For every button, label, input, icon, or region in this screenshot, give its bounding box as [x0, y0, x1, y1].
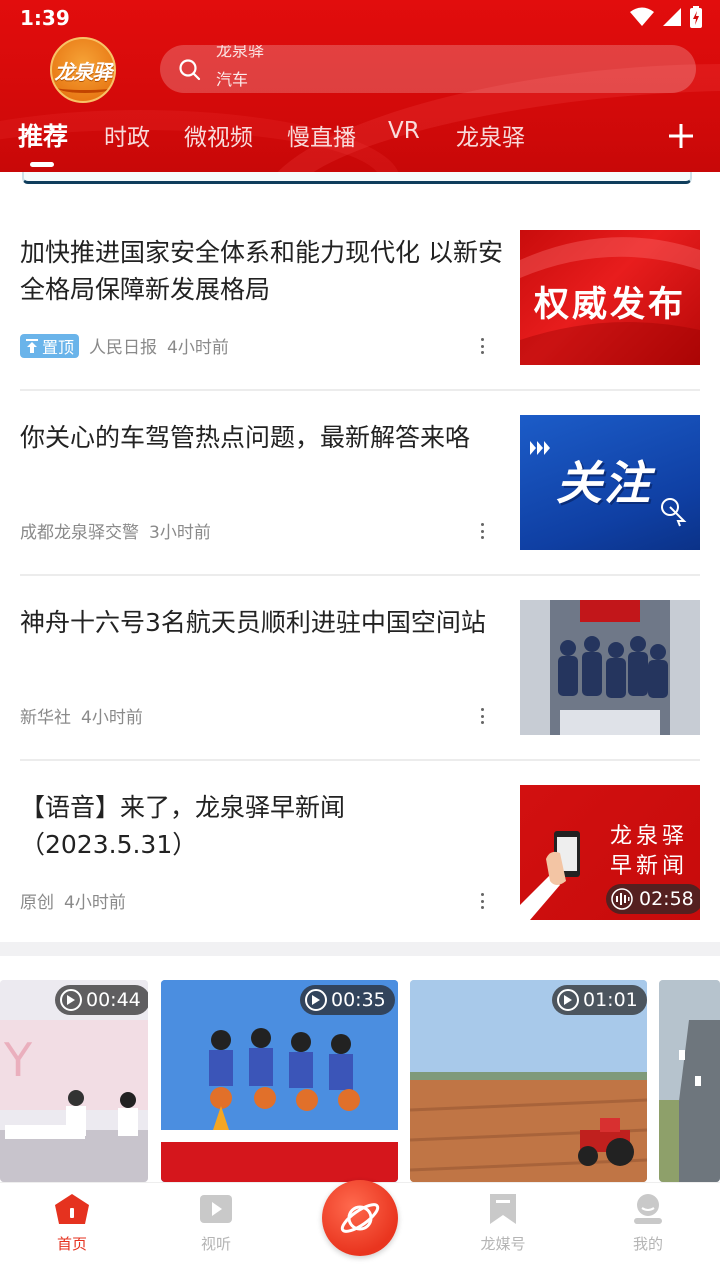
search-placeholder: 汽车 — [216, 70, 249, 89]
sound-wave-icon — [611, 888, 633, 910]
battery-icon — [690, 6, 702, 28]
video-duration-badge: 01:01 — [552, 985, 647, 1015]
video-card[interactable]: Y 00:44 — [0, 980, 148, 1182]
thumbnail-text: 早新闻 — [610, 854, 689, 879]
app-screen: 1:39 龙泉驿 龙泉驿 汽车 推荐 时政 微视频 慢直播 VR 龙泉驿 加快推… — [0, 0, 720, 1280]
add-channel-icon[interactable] — [666, 121, 696, 151]
tab-slow-live[interactable]: 慢直播 — [287, 118, 356, 152]
pinned-badge-label: 置顶 — [42, 337, 75, 357]
wifi-icon — [630, 7, 654, 26]
video-card[interactable]: 00:35 — [161, 980, 398, 1182]
news-thumbnail — [520, 600, 700, 735]
news-title: 加快推进国家安全体系和能力现代化 以新安全格局保障新发展格局 — [20, 238, 503, 304]
news-source: 新华社 — [20, 708, 71, 728]
news-meta: 成都龙泉驿交警 3小时前 — [20, 518, 211, 543]
tab-vr[interactable]: VR — [388, 118, 420, 144]
search-icon — [179, 59, 201, 81]
more-options-icon[interactable] — [476, 704, 488, 728]
planet-icon — [340, 1203, 380, 1233]
nav-longmei[interactable]: 龙媒号 — [458, 1193, 548, 1254]
video-card[interactable]: 01:01 — [410, 980, 647, 1182]
user-icon — [634, 1194, 662, 1224]
tab-recommend[interactable]: 推荐 — [18, 117, 68, 153]
video-duration: 01:01 — [583, 989, 638, 1011]
tab-longquanyi[interactable]: 龙泉驿 — [456, 118, 525, 152]
play-icon — [305, 989, 327, 1011]
audio-duration: 02:58 — [639, 888, 694, 910]
app-logo[interactable]: 龙泉驿 — [50, 37, 116, 103]
news-title: 你关心的车驾管热点问题，最新解答来咯 — [20, 423, 471, 452]
pinned-badge: 置顶 — [20, 333, 80, 358]
search-rotating-prev: 龙泉驿 — [216, 45, 265, 60]
news-thumbnail: 龙泉驿 早新闻 02:58 — [520, 785, 700, 920]
thumbnail-text: 关注 — [556, 456, 652, 510]
thumbnail-text: 权威发布 — [533, 284, 686, 325]
status-time: 1:39 — [20, 6, 70, 30]
news-thumbnail: 权威发布 — [520, 230, 700, 365]
more-options-icon[interactable] — [476, 519, 488, 543]
nav-media-label: 视听 — [200, 1235, 231, 1253]
nav-media[interactable]: 视听 — [171, 1193, 261, 1254]
news-time: 4小时前 — [167, 338, 229, 358]
video-duration-badge: 00:35 — [300, 985, 395, 1015]
news-title: 【语音】来了，龙泉驿早新闻（2023.5.31） — [20, 793, 346, 859]
section-gap — [0, 942, 720, 956]
nav-longmei-label: 龙媒号 — [480, 1235, 526, 1253]
banner-edge — [22, 172, 692, 184]
news-source: 原创 — [20, 893, 54, 913]
logo-wave — [58, 83, 112, 93]
header: 1:39 龙泉驿 龙泉驿 汽车 推荐 时政 微视频 慢直播 VR 龙泉驿 — [0, 0, 720, 172]
news-title: 神舟十六号3名航天员顺利进驻中国空间站 — [20, 608, 486, 637]
hand-phone-illustration — [520, 831, 580, 920]
news-source: 成都龙泉驿交警 — [20, 523, 139, 543]
divider — [20, 389, 700, 391]
signal-icon — [663, 8, 681, 26]
nav-mine[interactable]: 我的 — [603, 1193, 693, 1254]
status-bar: 1:39 — [0, 0, 720, 36]
news-meta: 新华社 4小时前 — [20, 703, 143, 728]
tab-micro-video[interactable]: 微视频 — [184, 118, 253, 152]
astronauts-photo — [520, 600, 700, 735]
news-time: 4小时前 — [81, 708, 143, 728]
nav-home-label: 首页 — [56, 1235, 87, 1253]
fast-forward-icon — [530, 441, 550, 455]
home-icon — [55, 1194, 89, 1224]
cursor-click-icon — [661, 498, 687, 527]
more-options-icon[interactable] — [476, 334, 488, 358]
nav-mine-label: 我的 — [632, 1235, 663, 1253]
bookmark-icon — [490, 1194, 516, 1224]
video-play-icon — [200, 1195, 232, 1223]
nav-home[interactable]: 首页 — [27, 1193, 117, 1254]
video-thumbnail-road — [659, 980, 720, 1182]
news-meta: 置顶 人民日报 4小时前 — [20, 333, 229, 358]
thumbnail-text: 龙泉驿 — [610, 824, 689, 849]
status-icons — [630, 6, 702, 28]
search-bar[interactable]: 龙泉驿 汽车 — [160, 45, 696, 93]
tab-politics[interactable]: 时政 — [104, 118, 150, 152]
news-time: 4小时前 — [64, 893, 126, 913]
news-meta: 原创 4小时前 — [20, 888, 126, 913]
video-duration: 00:35 — [331, 989, 386, 1011]
logo-text: 龙泉驿 — [54, 59, 113, 84]
divider — [20, 759, 700, 761]
divider — [20, 574, 700, 576]
video-duration-badge: 00:44 — [55, 985, 148, 1015]
news-source: 人民日报 — [89, 338, 158, 358]
play-icon — [60, 989, 82, 1011]
video-card[interactable] — [659, 980, 720, 1182]
news-time: 3小时前 — [149, 523, 211, 543]
svg-text:Y: Y — [3, 1033, 33, 1087]
tab-indicator — [30, 162, 54, 167]
pin-up-icon — [26, 338, 38, 353]
more-options-icon[interactable] — [476, 889, 488, 913]
video-duration: 00:44 — [86, 989, 141, 1011]
center-planet-button[interactable] — [322, 1180, 398, 1256]
audio-duration-badge: 02:58 — [606, 884, 700, 914]
channel-tabs: 推荐 时政 微视频 慢直播 VR 龙泉驿 — [0, 118, 720, 162]
news-thumbnail: 关注 — [520, 415, 700, 550]
play-icon — [557, 989, 579, 1011]
